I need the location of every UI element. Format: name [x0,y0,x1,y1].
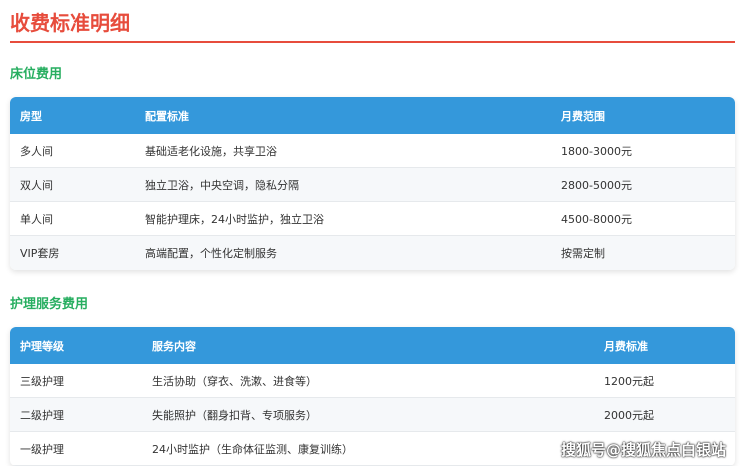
table-row: 单人间 智能护理床，24小时监护，独立卫浴 4500-8000元 [10,202,735,236]
table-row: 双人间 独立卫浴，中央空调，隐私分隔 2800-5000元 [10,168,735,202]
table-row: 二级护理 失能照护（翻身扣背、专项服务） 2000元起 [10,398,735,432]
cell: 生活协助（穿衣、洗漱、进食等） [152,374,317,388]
bed-fee-heading: 床位费用 [10,67,63,82]
table-row: 三级护理 生活协助（穿衣、洗漱、进食等） 1200元起 [10,364,735,398]
cell: 失能照护（翻身扣背、专项服务） [152,408,317,422]
header-cell: 服务内容 [152,339,196,353]
cell: 24小时监护（生命体征监测、康复训练） [152,442,353,456]
title-divider [10,41,735,43]
cell: 2000元起 [604,408,654,422]
cell: 2800-5000元 [561,178,632,192]
header-cell: 配置标准 [145,109,189,123]
bed-fee-table: 房型 配置标准 月费范围 多人间 基础适老化设施，共享卫浴 1800-3000元… [10,97,735,270]
watermark: 搜狐号@搜狐焦点白银站 [560,441,726,459]
table-header: 房型 配置标准 月费范围 [10,97,735,134]
table-row: 多人间 基础适老化设施，共享卫浴 1800-3000元 [10,134,735,168]
header-cell: 月费标准 [604,339,648,353]
cell: 三级护理 [20,374,64,388]
page-title: 收费标准明细 [10,11,130,35]
table-row: VIP套房 高端配置，个性化定制服务 按需定制 [10,236,735,270]
header-cell: 护理等级 [20,339,64,353]
cell: 按需定制 [561,247,605,260]
care-fee-heading: 护理服务费用 [10,297,89,312]
header-cell: 房型 [20,109,42,123]
cell: 高端配置，个性化定制服务 [145,247,277,260]
cell: 智能护理床，24小时监护，独立卫浴 [145,212,324,226]
header-cell: 月费范围 [561,109,605,123]
cell: 一级护理 [20,442,64,456]
cell: 二级护理 [20,408,64,422]
cell: 单人间 [20,212,53,226]
table-header: 护理等级 服务内容 月费标准 [10,327,735,364]
cell: 独立卫浴，中央空调，隐私分隔 [145,178,299,192]
cell: VIP套房 [20,247,60,260]
cell: 1800-3000元 [561,144,632,158]
cell: 基础适老化设施，共享卫浴 [145,144,277,158]
cell: 多人间 [20,144,53,158]
cell: 双人间 [20,178,53,192]
cell: 4500-8000元 [561,212,632,226]
cell: 1200元起 [604,374,654,388]
